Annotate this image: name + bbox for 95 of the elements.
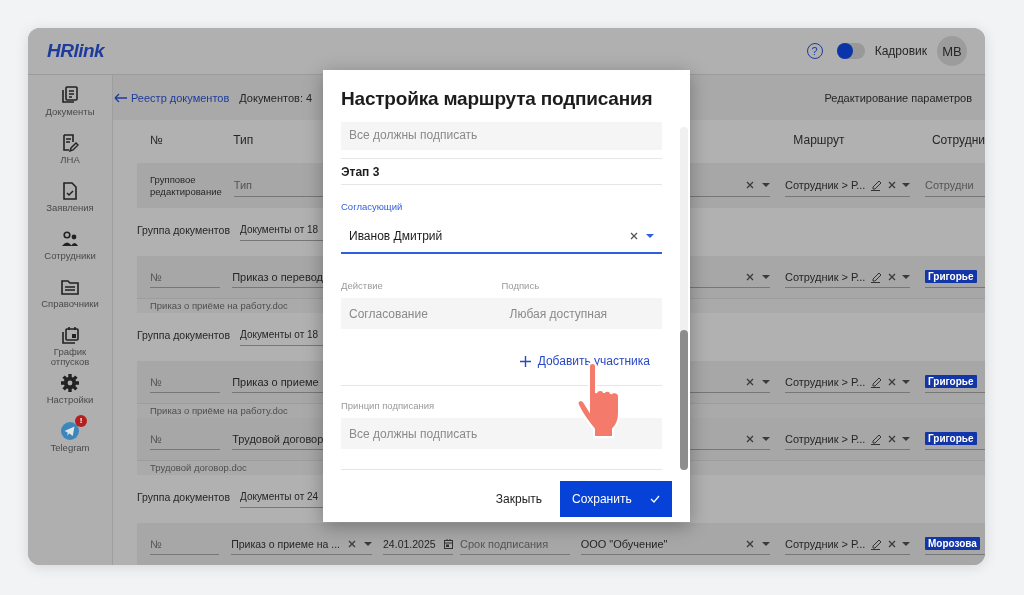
clear-icon[interactable]: [630, 231, 638, 240]
caret-icon[interactable]: [902, 541, 911, 546]
caret-icon[interactable]: [902, 183, 911, 187]
number-field[interactable]: №: [150, 533, 220, 555]
number-field[interactable]: №: [150, 428, 221, 450]
folder-icon: [61, 278, 79, 296]
date-field[interactable]: 24.01.2025: [383, 533, 454, 555]
toggle-switch[interactable]: [836, 43, 865, 59]
route-select[interactable]: Сотрудник > Р...: [785, 174, 910, 197]
caret-icon[interactable]: [646, 233, 654, 238]
organization-select[interactable]: ООО "Обучение": [580, 533, 770, 555]
documents-icon: [61, 86, 79, 104]
employee-tag: Григорье: [925, 270, 977, 283]
close-button[interactable]: Закрыть: [495, 492, 542, 506]
caret-icon[interactable]: [762, 379, 770, 384]
caret-icon[interactable]: [902, 274, 911, 279]
clear-icon[interactable]: [888, 181, 897, 189]
document-check-icon: [61, 182, 79, 200]
calendar-icon: [61, 326, 79, 344]
notification-badge: !: [75, 415, 87, 427]
number-field[interactable]: №: [150, 266, 221, 288]
plus-icon: [519, 355, 531, 367]
route-select[interactable]: Сотрудник > Р...: [785, 266, 910, 288]
edit-parameters-link[interactable]: Редактирование параметров: [824, 91, 972, 104]
sidebar-item[interactable]: Заявления: [28, 177, 112, 225]
employee-select[interactable]: Григорье: [925, 266, 985, 288]
clear-icon[interactable]: [888, 539, 897, 548]
group-edit-label: Групповое редактирование: [150, 173, 222, 197]
pencil-icon[interactable]: [871, 537, 883, 550]
sidebar-item[interactable]: Справочники: [28, 273, 112, 321]
employee-tag: Григорье: [925, 432, 977, 445]
route-select[interactable]: Сотрудник > Р...: [785, 428, 910, 450]
caret-icon[interactable]: [902, 436, 911, 441]
people-icon: [61, 230, 79, 248]
check-icon: [650, 495, 660, 503]
employee-select[interactable]: Морозова: [925, 533, 985, 555]
clear-icon[interactable]: [746, 539, 754, 548]
caret-icon[interactable]: [762, 541, 770, 546]
save-button[interactable]: Сохранить: [560, 481, 672, 517]
clear-icon[interactable]: [746, 181, 754, 189]
sidebar-item[interactable]: График отпусков: [28, 321, 112, 369]
caret-icon[interactable]: [762, 436, 770, 441]
pencil-icon[interactable]: [871, 375, 883, 388]
avatar[interactable]: МВ: [937, 36, 967, 66]
caret-icon[interactable]: [364, 541, 373, 546]
clear-icon[interactable]: [888, 377, 897, 386]
type-select[interactable]: Приказ о приеме на ...: [231, 533, 373, 555]
document-edit-icon: [61, 134, 79, 152]
caret-icon[interactable]: [762, 274, 770, 279]
document-count: Документов: 4: [239, 91, 313, 104]
add-participant-button[interactable]: Добавить участника: [341, 349, 650, 373]
clear-icon[interactable]: [348, 539, 357, 548]
clear-icon[interactable]: [746, 377, 754, 386]
role-label: Кадровик: [874, 44, 927, 58]
column-header: №: [150, 133, 163, 147]
caret-icon[interactable]: [762, 183, 770, 187]
group-label: Группа документов: [137, 224, 231, 236]
sidebar-item[interactable]: Сотрудники: [28, 225, 112, 273]
sidebar-item[interactable]: Документы: [28, 81, 112, 129]
pencil-icon[interactable]: [871, 432, 883, 445]
approver-select[interactable]: Иванов Дмитрий: [341, 219, 662, 254]
clear-icon[interactable]: [746, 272, 754, 281]
employee-tag: Григорье: [925, 375, 977, 388]
field-label: Принцип подписания: [341, 400, 435, 411]
caret-icon[interactable]: [902, 379, 911, 384]
clear-icon[interactable]: [888, 272, 897, 281]
field-label: Подпись: [501, 280, 540, 291]
dialog-title: Настройка маршрута подписания: [340, 87, 654, 111]
sidebar-item[interactable]: Настройки: [28, 369, 112, 417]
sidebar-item[interactable]: ЛНА: [28, 129, 112, 177]
column-header: Тип: [233, 133, 254, 147]
group-label: Группа документов: [137, 329, 231, 341]
number-field[interactable]: №: [150, 371, 221, 393]
column-header: Маршрут: [793, 133, 845, 147]
arrow-left-icon: [114, 92, 127, 103]
column-header: Сотрудни: [931, 133, 985, 147]
employee-select[interactable]: Григорье: [925, 428, 985, 450]
pencil-icon[interactable]: [871, 270, 883, 283]
clear-icon[interactable]: [746, 434, 754, 443]
route-select[interactable]: Сотрудник > Р...: [785, 371, 910, 393]
logo: HRlink: [47, 40, 105, 62]
principle-field: Все должны подписать: [341, 418, 662, 449]
pencil-icon[interactable]: [871, 179, 883, 191]
employee-select[interactable]: Григорье: [925, 371, 985, 393]
route-select[interactable]: Сотрудник > Р...: [785, 533, 910, 555]
settings-icon: [61, 374, 79, 392]
back-link[interactable]: Реестр документов: [114, 91, 230, 104]
field-label: Согласующий: [341, 201, 403, 212]
paper-plane-icon: [61, 422, 79, 440]
sidebar-item[interactable]: Telegram !: [28, 417, 112, 465]
clear-icon[interactable]: [888, 434, 897, 443]
calendar-icon[interactable]: [444, 538, 454, 549]
employee-tag: Морозова: [925, 537, 980, 550]
group-label: Группа документов: [137, 491, 231, 503]
principle-field: Все должны подписать: [341, 122, 662, 150]
